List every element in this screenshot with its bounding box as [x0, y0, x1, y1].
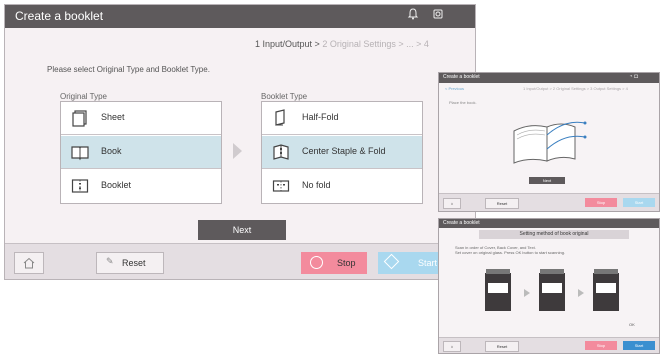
preview2-text: Scan in order of Cover, Back Cover, and … — [455, 245, 565, 255]
scanner-icon — [539, 269, 565, 311]
bottom-bar: ✎ Reset Stop Start — [5, 243, 475, 279]
preview2-bottom-bar: ⌂ Reset Stop Start — [439, 337, 659, 353]
next-button[interactable]: Next — [198, 220, 286, 240]
step-separator: > — [312, 39, 323, 49]
option-label: Booklet — [101, 180, 132, 190]
original-type-list: Sheet Book Booklet — [60, 101, 222, 204]
step-indicator: 1 Input/Output > 2 Original Settings > .… — [255, 39, 429, 49]
option-sheet[interactable]: Sheet — [61, 102, 221, 135]
preview2-text-line2: Set cover on original glass. Press OK bu… — [455, 250, 566, 255]
bell-icon[interactable] — [405, 8, 421, 24]
preview2-reset-button[interactable]: Reset — [485, 341, 519, 352]
step-rest: > ... > 4 — [395, 39, 429, 49]
half-fold-icon — [272, 109, 290, 127]
preview2-start-button[interactable]: Start — [623, 341, 655, 350]
preview2-ok-button[interactable]: OK — [629, 322, 635, 327]
preview1-home-button[interactable]: ⌂ — [443, 198, 461, 209]
settings-icon[interactable] — [430, 8, 446, 24]
preview1-previous-link[interactable]: < Previous — [445, 86, 464, 91]
home-icon: ⌂ — [450, 344, 454, 349]
home-icon — [23, 257, 35, 272]
option-label: Sheet — [101, 112, 125, 122]
step-current: 1 Input/Output — [255, 39, 313, 49]
open-book-illustration — [513, 121, 587, 164]
option-label: Book — [101, 146, 122, 156]
scanner-icon — [593, 269, 619, 311]
reset-label: Reset — [122, 258, 146, 268]
booklet-type-list: Half-Fold Center Staple & Fold No fold — [261, 101, 423, 204]
start-label: Start — [418, 258, 438, 268]
option-booklet[interactable]: Booklet — [61, 170, 221, 203]
booklet-type-label: Booklet Type — [261, 92, 308, 101]
title-bar: Create a booklet — [5, 5, 475, 28]
preview2-title-bar: Create a booklet — [439, 219, 659, 228]
preview2-home-button[interactable]: ⌂ — [443, 341, 461, 352]
booklet-icon — [71, 177, 89, 195]
preview1-instruction: Place the book. — [449, 100, 477, 105]
preview2-stop-button[interactable]: Stop — [585, 341, 617, 350]
home-icon: ⌂ — [450, 201, 454, 206]
preview2-title: Create a booklet — [443, 220, 480, 226]
instruction-text: Please select Original Type and Booklet … — [47, 65, 210, 74]
preview-book-setting-method: Create a booklet Setting method of book … — [438, 218, 660, 354]
option-no-fold[interactable]: No fold — [262, 170, 422, 203]
option-label: Center Staple & Fold — [302, 146, 386, 156]
step-2: 2 Original Settings — [322, 39, 396, 49]
preview2-heading: Setting method of book original — [479, 230, 629, 239]
preview1-reset-button[interactable]: Reset — [485, 198, 519, 209]
sheet-icon — [71, 109, 89, 127]
reset-button[interactable]: ✎ Reset — [96, 252, 164, 274]
option-label: Half-Fold — [302, 112, 339, 122]
option-label: No fold — [302, 180, 331, 190]
preview1-steps: 1 Input/Output > 2 Original Settings > 3… — [523, 86, 628, 91]
option-center-staple-fold[interactable]: Center Staple & Fold — [262, 136, 422, 169]
preview1-title-bar: Create a booklet ◔ ◘ — [439, 73, 659, 83]
stop-label: Stop — [337, 258, 356, 268]
preview1-next-button[interactable]: Next — [529, 177, 565, 184]
preview1-stop-button[interactable]: Stop — [585, 198, 617, 207]
scanner-icon — [485, 269, 511, 311]
pencil-icon: ✎ — [106, 256, 114, 266]
home-button[interactable] — [14, 252, 44, 274]
window-title: Create a booklet — [15, 9, 104, 23]
option-half-fold[interactable]: Half-Fold — [262, 102, 422, 135]
book-icon — [71, 143, 89, 161]
preview1-title-icons: ◔ ◘ — [629, 74, 638, 80]
scan-steps-illustration — [485, 269, 619, 311]
stop-icon — [310, 256, 323, 269]
preview-place-book: Create a booklet ◔ ◘ < Previous 1 Input/… — [438, 72, 660, 212]
start-icon — [383, 253, 400, 270]
no-fold-icon — [272, 177, 290, 195]
booklet-panel: Create a booklet 1 Input/Output > 2 Orig… — [4, 4, 476, 280]
original-type-label: Original Type — [60, 92, 107, 101]
arrow-right-icon — [233, 143, 242, 159]
preview1-bottom-bar: ⌂ Reset Stop Start — [439, 193, 659, 211]
stop-button[interactable]: Stop — [301, 252, 367, 274]
option-book[interactable]: Book — [61, 136, 221, 169]
preview1-start-button[interactable]: Start — [623, 198, 655, 207]
center-staple-icon — [272, 143, 290, 161]
preview1-title: Create a booklet — [443, 74, 480, 80]
